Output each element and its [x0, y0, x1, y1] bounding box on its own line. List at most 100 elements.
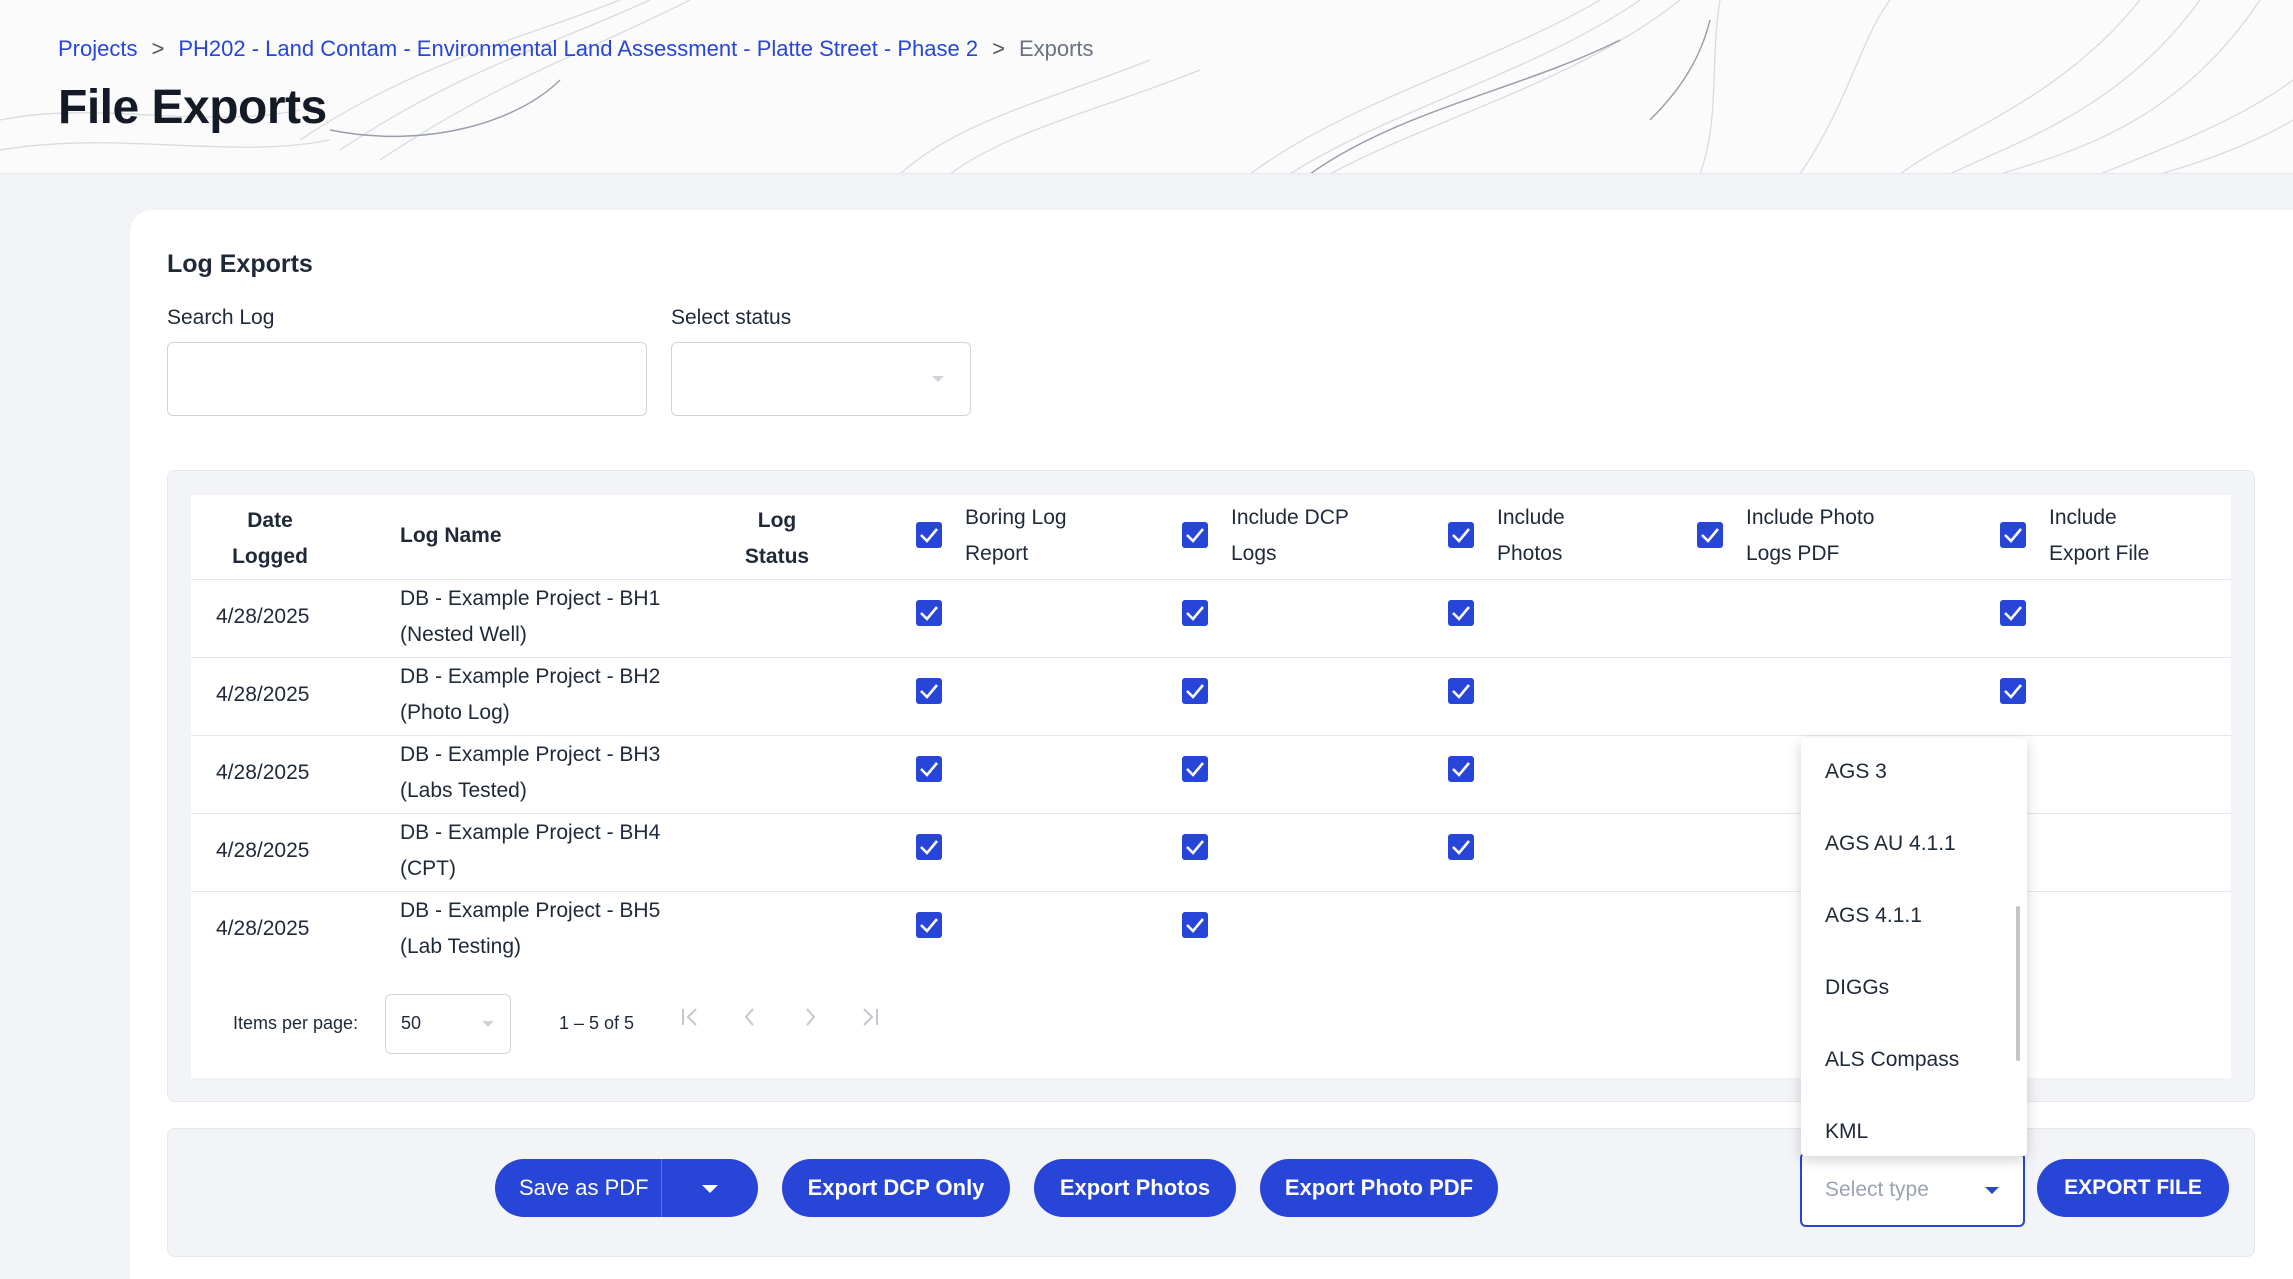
section-title-log-exports: Log Exports [167, 250, 313, 278]
caret-down-icon [702, 1185, 718, 1193]
column-header-date-line2: Logged [232, 545, 308, 568]
export-file-select-all-checkbox[interactable] [2000, 522, 2026, 548]
row-photos-checkbox[interactable] [1448, 834, 1474, 860]
log-name-line2: (CPT) [400, 857, 456, 880]
boring-log-select-all-checkbox[interactable] [916, 522, 942, 548]
export-type-placeholder: Select type [1825, 1178, 1929, 1201]
page-title: File Exports [58, 81, 327, 134]
log-name-line1: DB - Example Project - BH4 [400, 821, 661, 844]
column-header-dcp-line2: Logs [1231, 542, 1277, 565]
export-photo-pdf-button[interactable]: Export Photo PDF [1260, 1159, 1498, 1217]
column-header-status-line2: Status [744, 545, 810, 568]
photos-select-all-checkbox[interactable] [1448, 522, 1474, 548]
select-status-label: Select status [671, 306, 792, 329]
export-type-select[interactable]: Select type [1800, 1152, 2025, 1227]
export-dcp-only-button[interactable]: Export DCP Only [782, 1159, 1010, 1217]
row-boring-checkbox[interactable] [916, 678, 942, 704]
photo-pdf-select-all-checkbox[interactable] [1697, 522, 1723, 548]
save-as-pdf-label: Save as PDF [519, 1175, 649, 1200]
row-divider [191, 579, 2231, 580]
export-photos-button[interactable]: Export Photos [1034, 1159, 1236, 1217]
column-header-date[interactable]: Date Logged [230, 503, 310, 575]
column-header-export-line1: Include [2049, 506, 2117, 529]
row-boring-checkbox[interactable] [916, 600, 942, 626]
log-name-line1: DB - Example Project - BH2 [400, 665, 661, 688]
table-cell-log-name: DB - Example Project - BH4 (CPT) [400, 815, 660, 887]
row-dcp-checkbox[interactable] [1182, 600, 1208, 626]
dropdown-option[interactable]: AGS 4.1.1 [1825, 904, 1922, 928]
column-header-log-status[interactable]: Log Status [737, 503, 817, 575]
table-cell-date: 4/28/2025 [216, 683, 310, 706]
dropdown-option[interactable]: ALS Compass [1825, 1048, 1959, 1072]
chevron-down-icon [932, 376, 944, 382]
column-header-dcp-line1: Include DCP [1231, 506, 1349, 529]
previous-page-icon[interactable] [738, 1005, 762, 1036]
column-header-boring-line1: Boring Log [965, 506, 1067, 529]
export-type-dropdown-menu: AGS 3 AGS AU 4.1.1 AGS 4.1.1 DIGGs ALS C… [1801, 738, 2027, 1156]
items-per-page-value: 50 [401, 1013, 422, 1033]
log-name-line2: (Labs Tested) [400, 779, 527, 802]
column-header-date-line1: Date [247, 509, 293, 532]
log-name-line2: (Lab Testing) [400, 935, 522, 958]
header-band [0, 0, 2293, 174]
row-boring-checkbox[interactable] [916, 834, 942, 860]
dropdown-option[interactable]: DIGGs [1825, 976, 1889, 1000]
column-header-export-line2: Export File [2049, 542, 2150, 565]
save-as-pdf-menu-button[interactable] [662, 1159, 758, 1217]
column-header-photo-pdf-line1: Include Photo [1746, 506, 1875, 529]
log-name-line1: DB - Example Project - BH1 [400, 587, 661, 610]
row-boring-checkbox[interactable] [916, 912, 942, 938]
column-header-photos-line2: Photos [1497, 542, 1563, 565]
row-dcp-checkbox[interactable] [1182, 912, 1208, 938]
items-per-page-select[interactable]: 50 [385, 994, 511, 1054]
search-log-input[interactable] [167, 342, 647, 416]
row-export-file-checkbox[interactable] [2000, 600, 2026, 626]
dropdown-option[interactable]: AGS 3 [1825, 760, 1887, 784]
dropdown-option[interactable]: AGS AU 4.1.1 [1825, 832, 1956, 856]
breadcrumb: Projects > PH202 - Land Contam - Environ… [58, 36, 1094, 62]
column-header-boring-log: Boring Log Report [965, 500, 1067, 572]
row-photos-checkbox[interactable] [1448, 600, 1474, 626]
table-cell-date: 4/28/2025 [216, 761, 310, 784]
column-header-photo-pdf: Include Photo Logs PDF [1746, 500, 1874, 572]
table-cell-date: 4/28/2025 [216, 605, 310, 628]
breadcrumb-separator: > [151, 36, 165, 61]
caret-down-icon [1985, 1187, 1999, 1194]
dcp-select-all-checkbox[interactable] [1182, 522, 1208, 548]
row-export-file-checkbox[interactable] [2000, 678, 2026, 704]
table-cell-log-name: DB - Example Project - BH5 (Lab Testing) [400, 893, 660, 965]
column-header-photo-pdf-line2: Logs PDF [1746, 542, 1840, 565]
column-header-photos: Include Photos [1497, 500, 1565, 572]
table-cell-date: 4/28/2025 [216, 917, 310, 940]
table-cell-log-name: DB - Example Project - BH1 (Nested Well) [400, 581, 660, 653]
table-cell-log-name: DB - Example Project - BH2 (Photo Log) [400, 659, 660, 731]
export-file-button[interactable]: EXPORT FILE [2037, 1159, 2229, 1217]
row-divider [191, 657, 2231, 658]
breadcrumb-current: Exports [1018, 36, 1094, 61]
row-photos-checkbox[interactable] [1448, 756, 1474, 782]
row-dcp-checkbox[interactable] [1182, 678, 1208, 704]
items-per-page-label: Items per page: [233, 1013, 359, 1033]
column-header-photos-line1: Include [1497, 506, 1565, 529]
table-cell-log-name: DB - Example Project - BH3 (Labs Tested) [400, 737, 660, 809]
column-header-dcp: Include DCP Logs [1231, 500, 1349, 572]
breadcrumb-project-link[interactable]: PH202 - Land Contam - Environmental Land… [178, 36, 978, 62]
row-photos-checkbox[interactable] [1448, 678, 1474, 704]
first-page-icon[interactable] [678, 1005, 702, 1036]
log-name-line1: DB - Example Project - BH3 [400, 743, 661, 766]
row-boring-checkbox[interactable] [916, 756, 942, 782]
dropdown-option[interactable]: KML [1825, 1120, 1868, 1144]
table-cell-date: 4/28/2025 [216, 839, 310, 862]
row-dcp-checkbox[interactable] [1182, 756, 1208, 782]
breadcrumb-projects-link[interactable]: Projects [58, 36, 137, 62]
dropdown-scrollbar[interactable] [2016, 906, 2020, 1061]
next-page-icon[interactable] [798, 1005, 822, 1036]
log-name-line2: (Photo Log) [400, 701, 510, 724]
last-page-icon[interactable] [858, 1005, 882, 1036]
column-header-export-file: Include Export File [2049, 500, 2149, 572]
column-header-log-name[interactable]: Log Name [400, 518, 502, 554]
select-status-dropdown[interactable] [671, 342, 971, 416]
column-header-boring-line2: Report [965, 542, 1029, 565]
row-dcp-checkbox[interactable] [1182, 834, 1208, 860]
search-log-label: Search Log [167, 306, 275, 329]
